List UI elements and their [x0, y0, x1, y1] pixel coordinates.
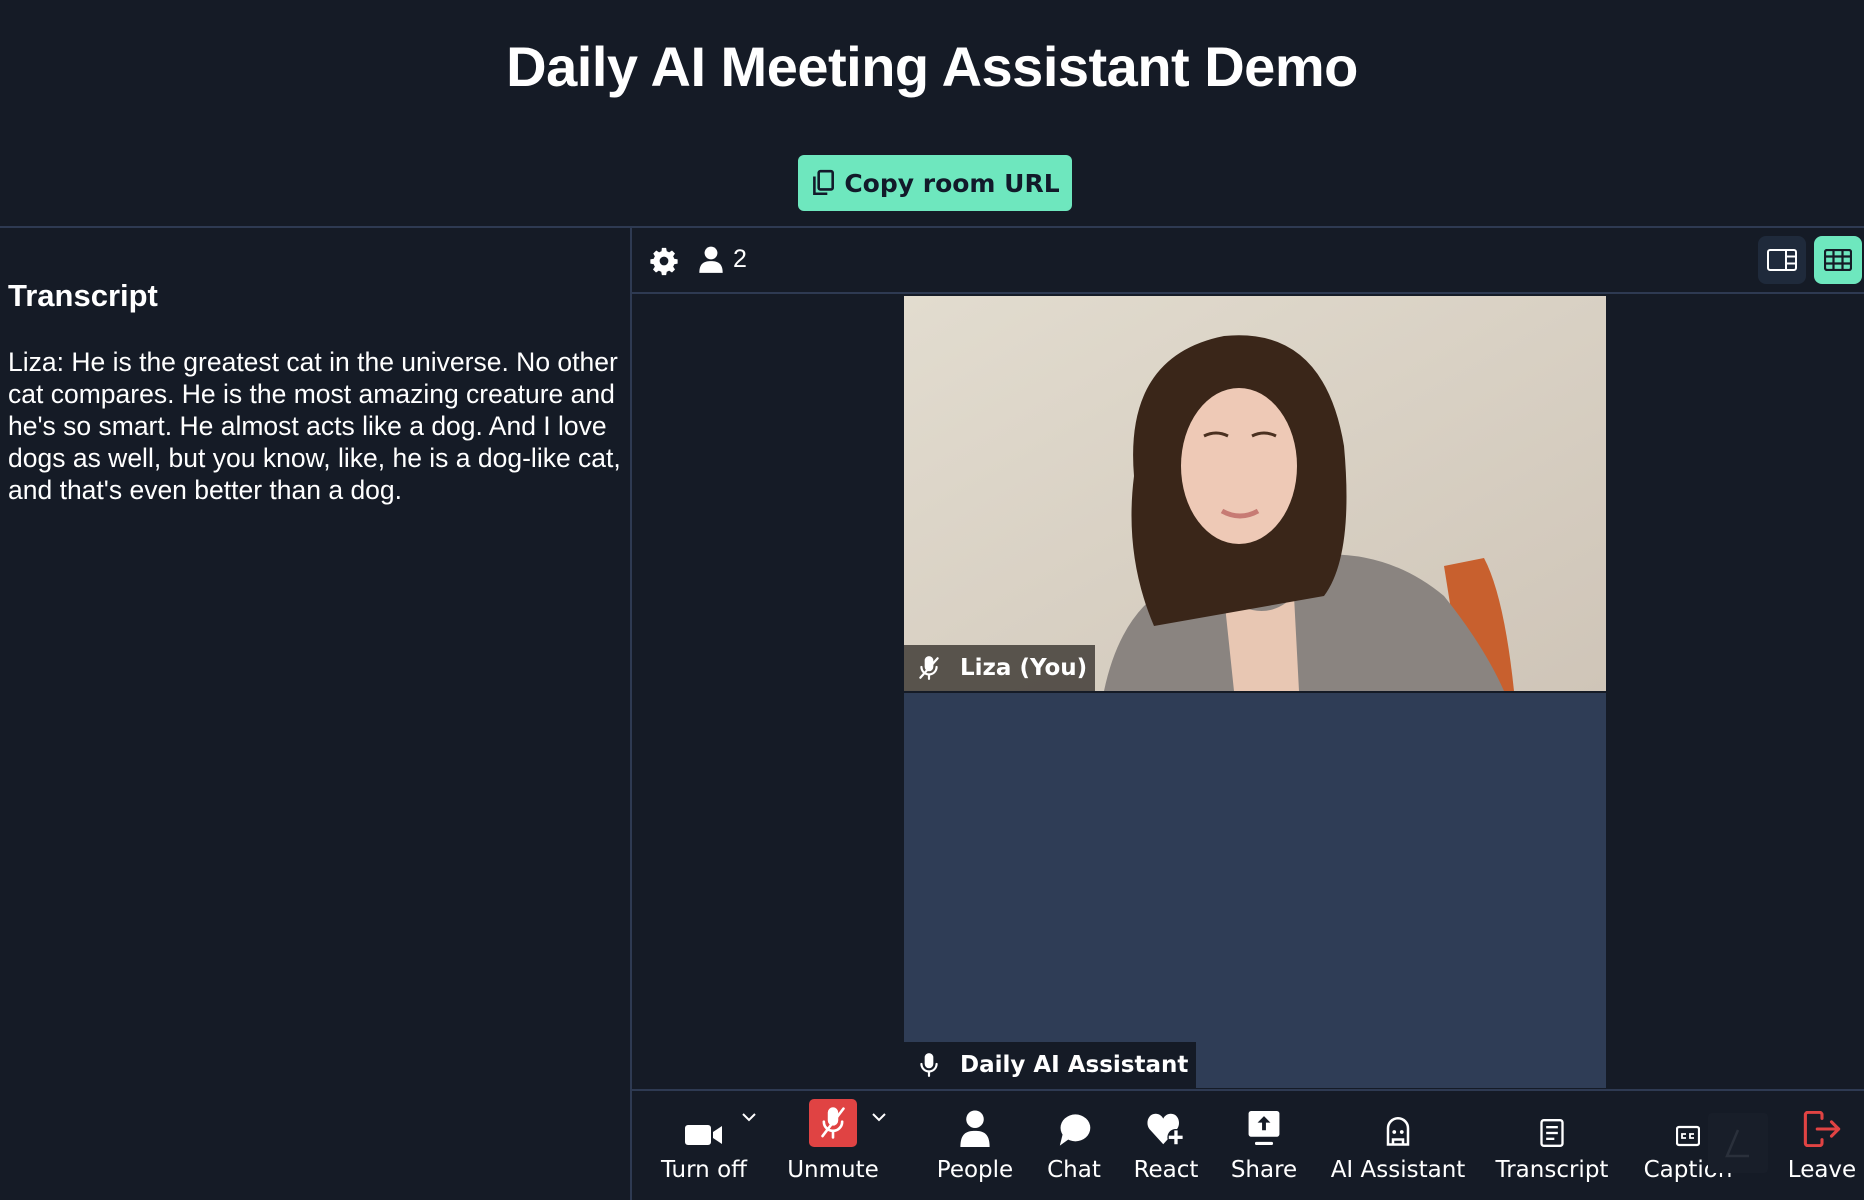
person-icon: [699, 246, 723, 273]
leave-icon: [1803, 1111, 1841, 1147]
copy-room-url-button[interactable]: Copy room URL: [798, 155, 1072, 211]
participant-count-value: 2: [733, 245, 747, 273]
control-label: React: [1133, 1157, 1199, 1183]
call-controls: Turn off Unmute People Chat React Share …: [632, 1089, 1864, 1200]
call-toolbar: 2: [632, 228, 1864, 294]
react-button[interactable]: React: [1126, 1091, 1206, 1200]
transcript-heading: Transcript: [8, 278, 158, 313]
mic-icon: [920, 1053, 938, 1077]
control-label: AI Assistant: [1330, 1157, 1466, 1183]
camera-options-chevron-icon[interactable]: [740, 1111, 758, 1123]
control-label: Unmute: [787, 1157, 879, 1183]
copy-icon: [813, 169, 835, 196]
control-label: Leave: [1787, 1157, 1857, 1183]
sidebar-view-button[interactable]: [1758, 236, 1806, 284]
sidebar-layout-icon: [1767, 249, 1797, 271]
control-label: Chat: [1047, 1157, 1101, 1183]
mic-muted-icon: [821, 1107, 845, 1139]
camera-icon: [685, 1125, 722, 1145]
control-label: Turn off: [661, 1157, 747, 1183]
video-feed: [904, 296, 1606, 691]
camera-toggle-button[interactable]: Turn off: [648, 1091, 760, 1200]
page-header: Daily AI Meeting Assistant Demo Copy roo…: [0, 0, 1864, 227]
robot-icon: [1386, 1117, 1410, 1146]
closed-caption-icon: [1676, 1125, 1700, 1147]
transcript-text: Liza: He is the greatest cat in the univ…: [8, 347, 621, 505]
share-button[interactable]: Share: [1222, 1091, 1306, 1200]
leave-button[interactable]: Leave: [1780, 1091, 1864, 1200]
chat-bubble-icon: [1059, 1114, 1091, 1146]
participant-tile-liza[interactable]: Liza (You): [904, 296, 1606, 691]
transcript-button[interactable]: Transcript: [1482, 1091, 1622, 1200]
chat-button[interactable]: Chat: [1034, 1091, 1114, 1200]
triangle-up-icon: [1725, 1129, 1749, 1158]
control-label: People: [936, 1157, 1014, 1183]
mic-muted-icon: [919, 656, 939, 680]
scroll-up-button[interactable]: [1708, 1113, 1768, 1173]
mic-options-chevron-icon[interactable]: [870, 1111, 888, 1123]
settings-button[interactable]: [649, 246, 679, 276]
participant-name-label: Daily AI Assistant: [904, 1042, 1197, 1088]
heart-plus-icon: [1147, 1113, 1184, 1146]
person-icon: [960, 1110, 990, 1147]
transcript-panel: Transcript Liza: He is the greatest cat …: [0, 228, 631, 1200]
ai-assistant-button[interactable]: AI Assistant: [1328, 1091, 1468, 1200]
participant-name-label: Liza (You): [904, 645, 1096, 691]
control-label: Transcript: [1495, 1157, 1609, 1183]
page-title: Daily AI Meeting Assistant Demo: [506, 35, 1358, 98]
copy-room-url-label: Copy room URL: [844, 168, 1060, 198]
grid-view-button[interactable]: [1814, 236, 1862, 284]
participant-count[interactable]: 2: [699, 245, 747, 274]
gear-icon: [650, 247, 678, 276]
grid-layout-icon: [1824, 249, 1852, 271]
call-area: 2 Liza (You) Daily AI Assistant Turn off…: [632, 228, 1864, 1200]
participant-tile-ai-assistant[interactable]: Daily AI Assistant: [904, 693, 1606, 1088]
control-label: Share: [1230, 1157, 1298, 1183]
mic-toggle-button[interactable]: Unmute: [778, 1091, 888, 1200]
people-button[interactable]: People: [922, 1091, 1028, 1200]
participant-name: Daily AI Assistant: [960, 1052, 1189, 1078]
participant-name: Liza (You): [960, 655, 1088, 681]
share-screen-icon: [1248, 1111, 1280, 1145]
document-icon: [1540, 1119, 1564, 1147]
